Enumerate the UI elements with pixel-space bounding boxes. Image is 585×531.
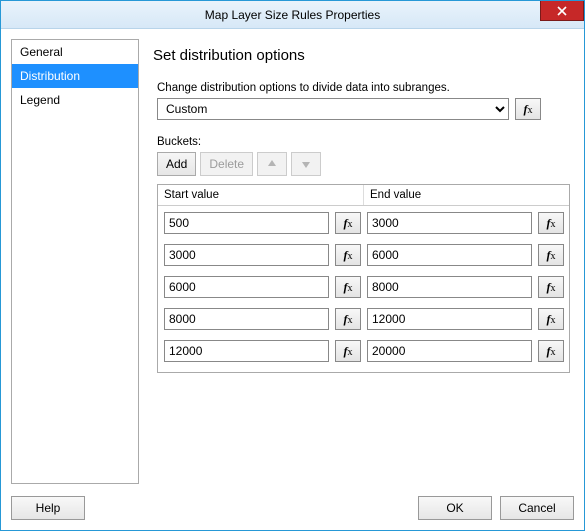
table-row: fx fx [164,244,563,266]
ok-button[interactable]: OK [418,496,492,520]
start-expression-button[interactable]: fx [335,340,361,362]
arrow-up-icon [267,159,277,169]
sidebar-item-legend[interactable]: Legend [12,88,138,112]
start-value-input[interactable] [164,340,329,362]
close-icon [557,6,567,16]
col-end-value: End value [364,185,569,205]
arrow-down-icon [301,159,311,169]
buckets-toolbar: Add Delete [157,152,570,176]
start-value-input[interactable] [164,308,329,330]
move-down-button [291,152,321,176]
start-value-input[interactable] [164,276,329,298]
table-header: Start value End value [158,185,569,206]
start-cell: fx [164,340,361,362]
end-cell: fx [367,340,564,362]
distribution-description: Change distribution options to divide da… [157,82,570,94]
start-cell: fx [164,308,361,330]
main-panel: Set distribution options Change distribu… [147,39,574,484]
distribution-select[interactable]: Custom [157,98,509,120]
end-expression-button[interactable]: fx [538,212,564,234]
end-cell: fx [367,244,564,266]
table-row: fx fx [164,212,563,234]
table-body: fx fx fx fx fx fx fx fx fx fx [158,206,569,372]
end-cell: fx [367,276,564,298]
col-start-value: Start value [158,185,364,205]
dialog-window: Map Layer Size Rules Properties General … [0,0,585,531]
end-value-input[interactable] [367,276,532,298]
cancel-button[interactable]: Cancel [500,496,574,520]
page-heading: Set distribution options [153,47,570,64]
end-expression-button[interactable]: fx [538,340,564,362]
window-title: Map Layer Size Rules Properties [1,8,584,22]
end-expression-button[interactable]: fx [538,276,564,298]
distribution-expression-button[interactable]: fx [515,98,541,120]
end-expression-button[interactable]: fx [538,244,564,266]
body: General Distribution Legend Set distribu… [1,29,584,490]
start-value-input[interactable] [164,212,329,234]
table-row: fx fx [164,340,563,362]
buckets-label: Buckets: [157,136,570,148]
add-button[interactable]: Add [157,152,196,176]
start-expression-button[interactable]: fx [335,308,361,330]
end-value-input[interactable] [367,308,532,330]
delete-button: Delete [200,152,253,176]
end-cell: fx [367,212,564,234]
sidebar: General Distribution Legend [11,39,139,484]
buckets-table: Start value End value fxfxfxfxfxfxfxfxfx… [157,184,570,373]
start-expression-button[interactable]: fx [335,212,361,234]
end-expression-button[interactable]: fx [538,308,564,330]
start-cell: fx [164,244,361,266]
end-cell: fx [367,308,564,330]
start-value-input[interactable] [164,244,329,266]
end-value-input[interactable] [367,340,532,362]
end-value-input[interactable] [367,212,532,234]
start-cell: fx [164,212,361,234]
titlebar: Map Layer Size Rules Properties [1,1,584,29]
end-value-input[interactable] [367,244,532,266]
table-row: fx fx [164,308,563,330]
help-button[interactable]: Help [11,496,85,520]
distribution-section: Change distribution options to divide da… [151,82,570,373]
sidebar-item-general[interactable]: General [12,40,138,64]
sidebar-item-distribution[interactable]: Distribution [12,64,138,88]
close-button[interactable] [540,1,584,21]
move-up-button [257,152,287,176]
table-row: fx fx [164,276,563,298]
start-expression-button[interactable]: fx [335,244,361,266]
footer: Help OK Cancel [1,490,584,530]
start-cell: fx [164,276,361,298]
start-expression-button[interactable]: fx [335,276,361,298]
